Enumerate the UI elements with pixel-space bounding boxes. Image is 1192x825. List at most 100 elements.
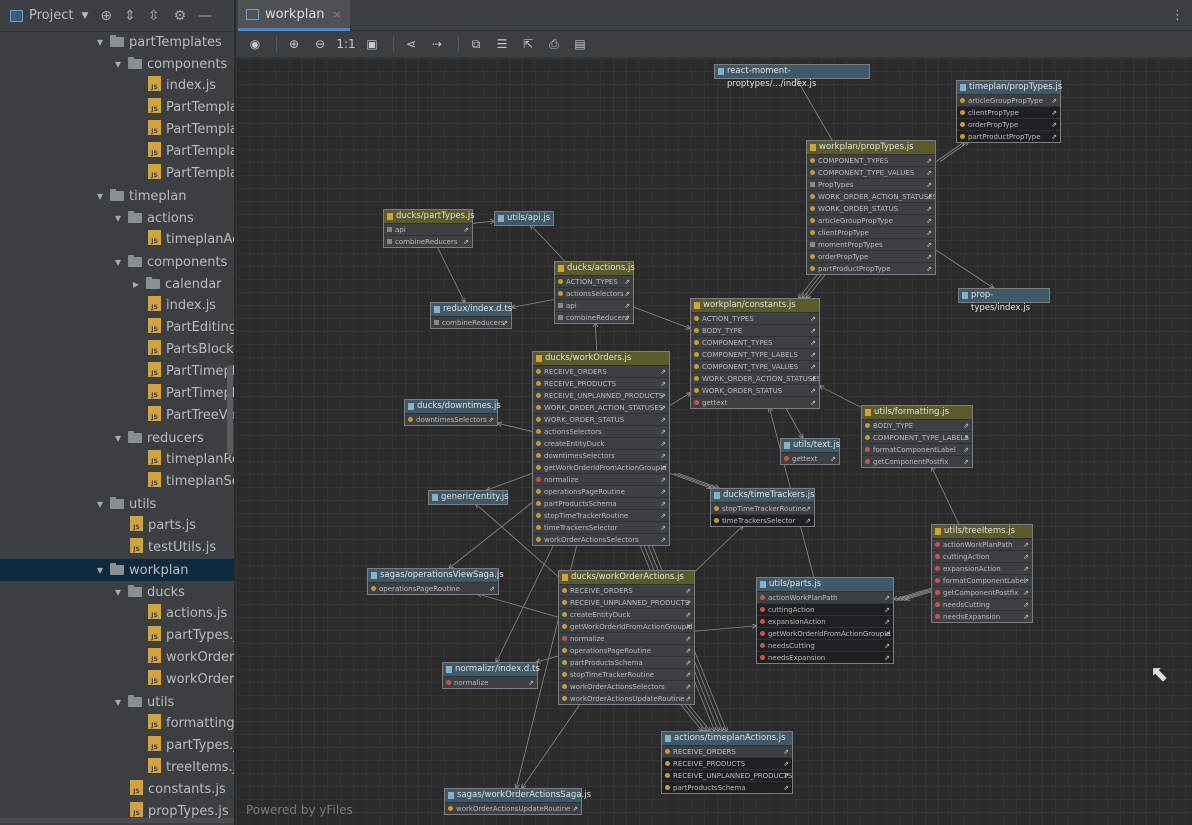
tree-file[interactable]: JS parts.js (0, 515, 234, 537)
jump-to-source-icon[interactable]: ⇗ (660, 402, 666, 413)
tree-folder[interactable]: ▾ components (0, 53, 234, 75)
jump-to-source-icon[interactable]: ⇗ (624, 288, 630, 299)
chevron-down-icon[interactable]: ▾ (110, 53, 126, 75)
jump-to-source-icon[interactable]: ⇗ (963, 432, 969, 443)
jump-to-source-icon[interactable]: ⇗ (660, 450, 666, 461)
tree-file[interactable]: JS actions.js (0, 603, 234, 625)
chevron-down-icon[interactable]: ▾ (110, 427, 126, 449)
jump-to-source-icon[interactable]: ⇗ (660, 378, 666, 389)
jump-to-source-icon[interactable]: ⇗ (685, 597, 691, 608)
jump-to-source-icon[interactable]: ⇗ (685, 693, 691, 704)
zoom-in-button[interactable]: ⊕ (283, 34, 305, 54)
diagram-node[interactable]: ducks/timeTrackers.js stopTimeTrackerRout… (710, 488, 815, 527)
jump-to-source-icon[interactable]: ⇗ (660, 426, 666, 437)
layout-button[interactable]: ⋖ (400, 34, 422, 54)
jump-to-source-icon[interactable]: ⇗ (926, 263, 932, 274)
tree-folder[interactable]: ▾ utils (0, 691, 234, 713)
jump-to-source-icon[interactable]: ⇗ (1023, 563, 1029, 574)
jump-to-source-icon[interactable]: ⇗ (783, 782, 789, 793)
diagram-node[interactable]: actions/timeplanActions.js RECEIVE_ORDERS… (661, 731, 793, 794)
tree-folder[interactable]: ▾ reducers (0, 427, 234, 449)
tree-file[interactable]: JS PartTreeVie (0, 405, 234, 427)
jump-to-source-icon[interactable]: ⇗ (805, 515, 811, 526)
diagram-node[interactable]: ducks/actions.js ACTION_TYPES ⇗ actionsSele… (554, 261, 635, 324)
jump-to-source-icon[interactable]: ⇗ (685, 681, 691, 692)
jump-to-source-icon[interactable]: ⇗ (783, 770, 789, 781)
jump-to-source-icon[interactable]: ⇗ (926, 251, 932, 262)
jump-to-source-icon[interactable]: ⇗ (660, 510, 666, 521)
diagram-node[interactable]: sagas/operationsViewSaga.js operationsPag… (367, 568, 504, 595)
diagram-canvas[interactable]: react-moment-proptypes/.../index.js timep… (236, 58, 1192, 825)
jump-to-source-icon[interactable]: ⇗ (1051, 119, 1057, 130)
diagram-node[interactable]: utils/api.js (494, 211, 554, 226)
chevron-down-icon[interactable]: ▾ (92, 185, 108, 207)
locate-icon[interactable]: ⊕ (100, 8, 112, 24)
diagram-node[interactable]: ducks/partTypes.js api ⇗ combineReducers ⇗ (383, 209, 475, 248)
jump-to-source-icon[interactable]: ⇗ (660, 438, 666, 449)
tree-file[interactable]: JS constants.js (0, 779, 234, 801)
jump-to-source-icon[interactable]: ⇗ (963, 444, 969, 455)
jump-to-source-icon[interactable]: ⇗ (1051, 131, 1057, 142)
jump-to-source-icon[interactable]: ⇗ (1051, 95, 1057, 106)
tree-file[interactable]: JS workOrderA (0, 647, 234, 669)
jump-to-source-icon[interactable]: ⇗ (884, 640, 890, 651)
jump-to-source-icon[interactable]: ⇗ (926, 191, 932, 202)
jump-to-source-icon[interactable]: ⇗ (1023, 599, 1029, 610)
save-button[interactable]: ▤ (569, 34, 591, 54)
diagram-node[interactable]: workplan/propTypes.js COMPONENT_TYPES ⇗ COM… (806, 140, 936, 275)
chevron-down-icon[interactable]: ▾ (110, 251, 126, 273)
jump-to-source-icon[interactable]: ⇗ (805, 503, 811, 514)
chevron-down-icon[interactable]: ▾ (92, 493, 108, 515)
jump-to-source-icon[interactable]: ⇗ (783, 746, 789, 757)
tree-file[interactable]: JS partTypes.j (0, 735, 234, 757)
jump-to-source-icon[interactable]: ⇗ (810, 397, 816, 408)
collapse-all-icon[interactable]: ⇳ (148, 8, 160, 24)
jump-to-source-icon[interactable]: ⇗ (502, 317, 508, 328)
tree-folder[interactable]: ▾ actions (0, 207, 234, 229)
chevron-down-icon[interactable]: ▾ (92, 31, 108, 53)
tree-file[interactable]: JS workOrders (0, 669, 234, 691)
jump-to-source-icon[interactable]: ⇗ (624, 312, 630, 323)
jump-to-source-icon[interactable]: ⇗ (489, 583, 495, 594)
jump-to-source-icon[interactable]: ⇗ (926, 167, 932, 178)
chevron-down-icon[interactable]: ▼ (81, 11, 88, 21)
project-view-selector[interactable]: Project (29, 8, 73, 23)
jump-to-source-icon[interactable]: ⇗ (624, 276, 630, 287)
tab-workplan[interactable]: workplan × (238, 0, 350, 31)
jump-to-source-icon[interactable]: ⇗ (660, 366, 666, 377)
tree-file[interactable]: JS PartTempla (0, 163, 234, 185)
actual-size-button[interactable]: 1:1 (335, 34, 357, 54)
jump-to-source-icon[interactable]: ⇗ (463, 236, 469, 247)
tree-folder[interactable]: ▾ components (0, 251, 234, 273)
jump-to-source-icon[interactable]: ⇗ (810, 361, 816, 372)
tree-folder[interactable]: ▾ utils (0, 493, 234, 515)
diagram-node[interactable]: utils/parts.js actionWorkPlanPath ⇗ cutting… (756, 577, 894, 664)
tree-horizontal-scrollbar[interactable] (0, 818, 234, 823)
jump-to-source-icon[interactable]: ⇗ (660, 474, 666, 485)
close-icon[interactable]: × (333, 8, 342, 21)
jump-to-source-icon[interactable]: ⇗ (685, 609, 691, 620)
chevron-down-icon[interactable]: ▾ (110, 581, 126, 603)
jump-to-source-icon[interactable]: ⇗ (884, 604, 890, 615)
jump-to-source-icon[interactable]: ⇗ (926, 215, 932, 226)
jump-to-source-icon[interactable]: ⇗ (624, 300, 630, 311)
chevron-right-icon[interactable]: ▸ (128, 273, 144, 295)
jump-to-source-icon[interactable]: ⇗ (660, 534, 666, 545)
tree-file[interactable]: JS PartEditing (0, 317, 234, 339)
jump-to-source-icon[interactable]: ⇗ (926, 179, 932, 190)
tree-folder[interactable]: ▾ workplan (0, 559, 234, 581)
jump-to-source-icon[interactable]: ⇗ (963, 420, 969, 431)
diagram-node[interactable]: utils/treeItems.js actionWorkPlanPath ⇗ cut… (931, 524, 1033, 623)
tree-file[interactable]: JS partTypes.j (0, 625, 234, 647)
jump-to-source-icon[interactable]: ⇗ (685, 657, 691, 668)
chevron-down-icon[interactable]: ▾ (110, 691, 126, 713)
print-button[interactable]: ⎙ (543, 34, 565, 54)
diagram-node[interactable]: prop-types/index.js (958, 288, 1050, 313)
tree-file[interactable]: JS PartTempla (0, 141, 234, 163)
jump-to-source-icon[interactable]: ⇗ (685, 669, 691, 680)
copy-button[interactable]: ⧉ (465, 34, 487, 54)
fit-content-button[interactable]: ▣ (361, 34, 383, 54)
jump-to-source-icon[interactable]: ⇗ (660, 498, 666, 509)
tree-file[interactable]: JS PartsBlocke (0, 339, 234, 361)
jump-to-source-icon[interactable]: ⇗ (810, 373, 816, 384)
